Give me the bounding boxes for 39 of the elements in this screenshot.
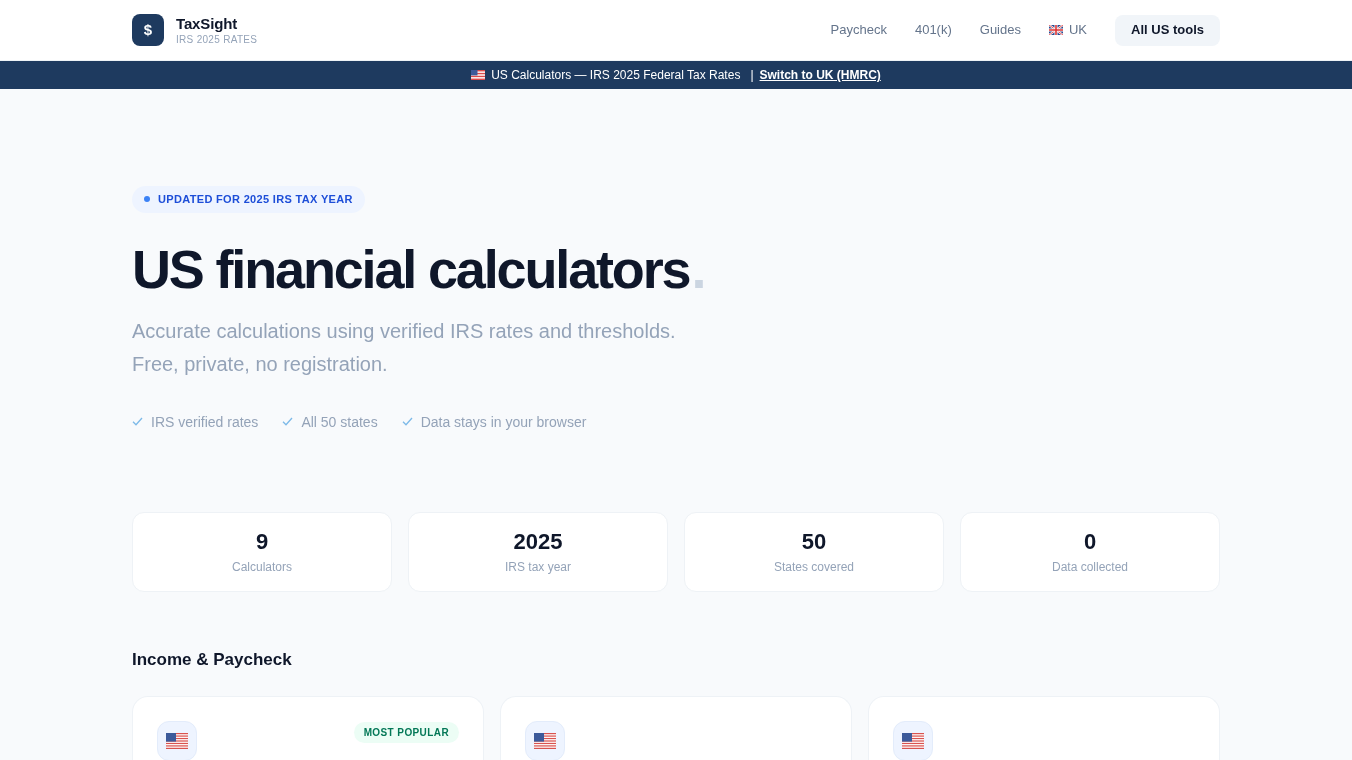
hero-subtitle: Accurate calculations using verified IRS rates and thresholds. Free, private, no registration.: [132, 318, 677, 377]
stat-label: Data collected: [1051, 558, 1128, 575]
nav-link[interactable]: Guides: [979, 20, 1021, 40]
check-icon: [132, 417, 143, 426]
stat-value: 50: [801, 528, 827, 555]
flag-icon: [893, 720, 933, 760]
popularity-tag: MOST POPULAR: [353, 721, 459, 743]
stat-value: 9: [255, 528, 269, 555]
announcement-text: US Calculators — IRS 2025 Federal Tax Rates: [491, 67, 741, 84]
stat-label: IRS tax year: [505, 558, 571, 575]
calculator-card[interactable]: MOST POPULAR: [132, 695, 484, 760]
calculator-card[interactable]: [868, 695, 1220, 760]
feature-text: All 50 states: [301, 412, 378, 432]
nav-link[interactable]: 401(k): [914, 20, 952, 40]
page-heading: US financial calculators.: [132, 241, 705, 296]
switch-region-link[interactable]: Switch to UK (HMRC): [759, 66, 881, 84]
stat-label: Calculators: [232, 558, 292, 575]
feature-text: Data stays in your browser: [420, 412, 587, 432]
flag-icon: [471, 70, 486, 80]
stat-label: States covered: [773, 558, 854, 575]
section-heading: Income & Paycheck: [132, 648, 292, 671]
stat-value: 2025: [513, 528, 563, 555]
brand-name[interactable]: TaxSight: [176, 14, 258, 33]
check-icon: [401, 417, 413, 426]
stat-value: 0: [1083, 528, 1097, 555]
separator-text: |: [750, 67, 754, 84]
flag-icon: [157, 720, 197, 760]
check-icon: [282, 417, 294, 426]
nav-link[interactable]: Paycheck: [830, 20, 887, 40]
logo-mark[interactable]: $: [132, 14, 164, 46]
flag-icon: [525, 720, 565, 760]
nav-link[interactable]: UK: [1049, 20, 1088, 40]
brand-tagline: IRS 2025 RATES: [176, 32, 258, 46]
update-label: UPDATED FOR 2025 IRS TAX YEAR: [158, 191, 353, 207]
dot-icon: [144, 196, 150, 202]
all-tools-button[interactable]: All US tools: [1115, 14, 1220, 46]
flag-icon: [1049, 25, 1063, 35]
calculator-card[interactable]: [500, 695, 852, 760]
feature-text: IRS verified rates: [151, 412, 259, 432]
